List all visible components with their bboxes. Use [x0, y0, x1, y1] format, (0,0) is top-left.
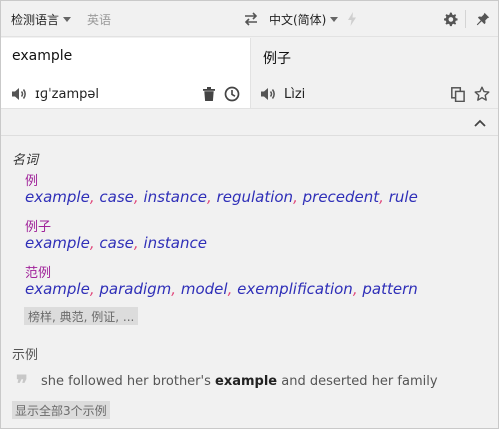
translate-popup: 检测语言 英语 中文(简体) example ɪɡˈzampəl 例子 Lìzi…	[0, 0, 499, 429]
chevron-up-icon[interactable]	[472, 115, 488, 131]
synonym[interactable]: paradigm	[99, 280, 171, 298]
synonym[interactable]: model	[181, 280, 228, 298]
target-language-dropdown[interactable]: 中文(简体)	[269, 1, 339, 37]
examples-heading: 示例	[12, 348, 39, 363]
history-icon[interactable]	[223, 85, 241, 103]
quote-icon: ❞	[16, 371, 28, 397]
show-all-examples-button[interactable]: 显示全部3个示例	[12, 401, 110, 419]
synonym[interactable]: example	[25, 280, 90, 298]
synonym[interactable]: instance	[143, 234, 207, 252]
source-language-dropdown[interactable]: 检测语言	[11, 1, 72, 37]
source-language-label: 检测语言	[11, 12, 60, 27]
synonym[interactable]: exemplification	[237, 280, 353, 298]
gear-icon[interactable]	[441, 1, 459, 37]
source-phonetic: ɪɡˈzampəl	[35, 86, 99, 102]
synonym[interactable]: precedent	[303, 188, 380, 206]
more-translations-button[interactable]: 榜样, 典范, 例证, ...	[24, 307, 139, 325]
example-highlight: example	[215, 374, 278, 389]
chevron-down-icon	[63, 17, 72, 22]
swap-languages-icon[interactable]	[243, 1, 259, 37]
example-sentence[interactable]: she followed her brother's example and d…	[41, 374, 438, 389]
target-pane: 例子 Lìzi	[250, 38, 498, 108]
synonym[interactable]: case	[99, 188, 133, 206]
synonym[interactable]: instance	[143, 188, 207, 206]
trash-icon[interactable]	[200, 85, 218, 103]
sense-headword[interactable]: 例子	[25, 216, 51, 235]
detected-language[interactable]: 英语	[87, 1, 111, 37]
synonym-list: example, paradigm, model, exemplificatio…	[25, 280, 418, 298]
toolbar-divider	[465, 10, 466, 28]
synonym[interactable]: case	[99, 234, 133, 252]
speaker-icon[interactable]	[11, 87, 27, 101]
pin-icon[interactable]	[474, 1, 492, 37]
source-text[interactable]: example	[12, 48, 72, 64]
translation-text[interactable]: 例子	[263, 48, 291, 68]
sense-headword[interactable]: 范例	[25, 262, 51, 281]
example-text: she followed her brother's	[41, 374, 216, 389]
chevron-down-icon	[330, 17, 339, 22]
source-pane[interactable]: example ɪɡˈzampəl	[1, 38, 250, 108]
toolbar: 检测语言 英语 中文(简体)	[1, 1, 498, 37]
synonym[interactable]: regulation	[217, 188, 294, 206]
synonym-list: example, case, instance, regulation, pre…	[25, 188, 418, 206]
synonym[interactable]: example	[25, 188, 90, 206]
star-icon[interactable]	[473, 85, 491, 103]
example-text: and deserted her family	[277, 374, 438, 389]
target-phonetic: Lìzi	[284, 86, 306, 102]
instant-translate-icon[interactable]	[345, 1, 359, 37]
collapse-bar	[1, 108, 498, 136]
part-of-speech: 名词	[12, 153, 39, 168]
synonym[interactable]: rule	[389, 188, 418, 206]
synonym[interactable]: pattern	[362, 280, 417, 298]
speaker-icon[interactable]	[260, 87, 276, 101]
target-pronunciation[interactable]: Lìzi	[260, 84, 305, 104]
source-pronunciation[interactable]: ɪɡˈzampəl	[11, 84, 99, 104]
synonym-list: example, case, instance	[25, 234, 207, 252]
dictionary-panel: 名词 例 example, case, instance, regulation…	[1, 137, 498, 428]
target-language-label: 中文(简体)	[269, 12, 327, 27]
sense-headword[interactable]: 例	[25, 170, 38, 189]
synonym[interactable]: example	[25, 234, 90, 252]
copy-icon[interactable]	[449, 85, 467, 103]
